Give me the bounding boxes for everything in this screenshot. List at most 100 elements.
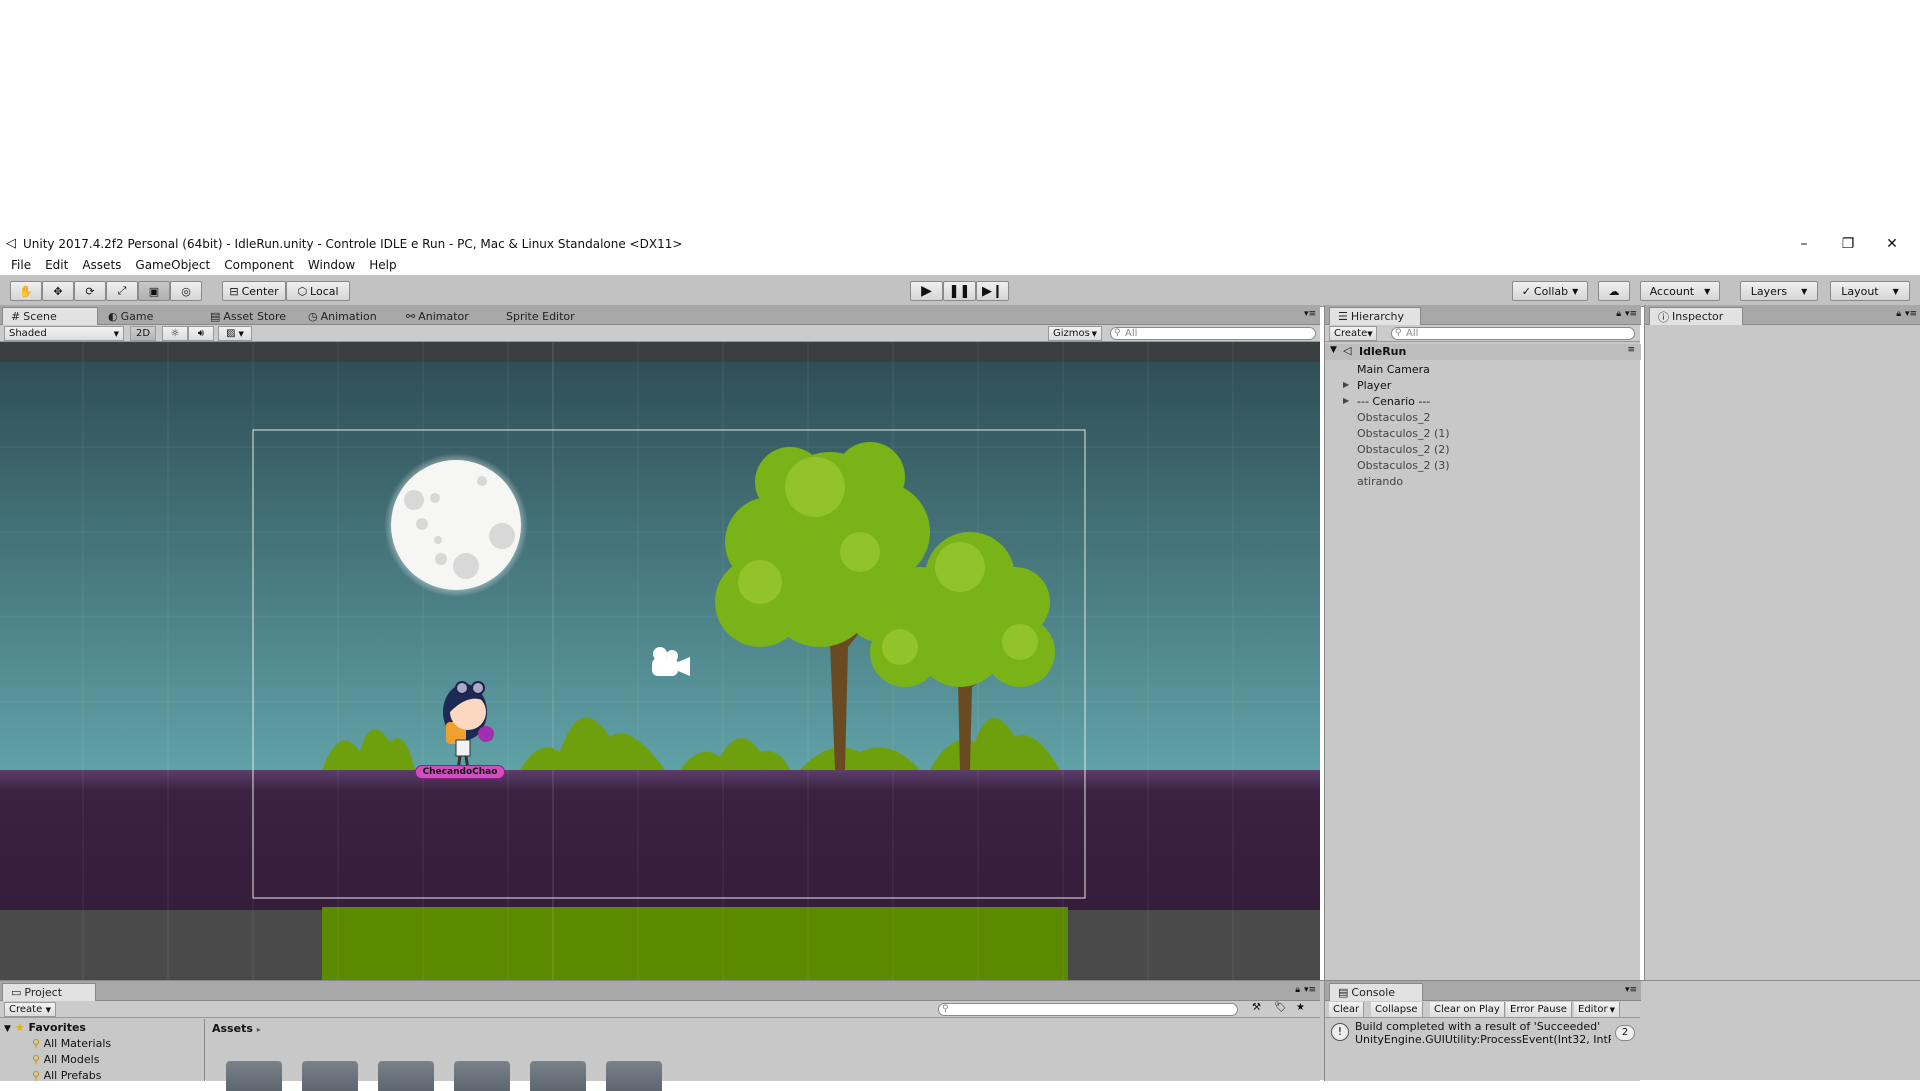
collab-dropdown[interactable]: ✓ Collab ▼ (1512, 281, 1588, 301)
menu-file[interactable]: File (4, 258, 38, 272)
pivot-center-button[interactable]: ⊟ Center (222, 281, 286, 301)
console-error-pause-button[interactable]: Error Pause (1506, 1002, 1572, 1017)
transform-tool-button[interactable]: ◎ (170, 281, 202, 301)
shading-mode-dropdown[interactable]: Shaded ▼ (4, 326, 124, 341)
menu-gameobject[interactable]: GameObject (128, 258, 217, 272)
step-button[interactable]: ▶❙ (976, 281, 1009, 301)
expand-arrow-icon[interactable]: ▶ (1343, 396, 1349, 405)
move-tool-button[interactable]: ✥ (42, 281, 74, 301)
tab-sprite-editor[interactable]: Sprite Editor (498, 307, 583, 325)
tab-console[interactable]: ▤ Console (1329, 983, 1423, 1001)
inspector-panel: ⓘ Inspector 🔒︎ ▾≡ (1644, 305, 1920, 980)
console-editor-dropdown[interactable]: Editor ▼ (1574, 1002, 1620, 1017)
menu-component[interactable]: Component (217, 258, 301, 272)
asset-folder[interactable] (302, 1061, 358, 1091)
console-clear-button[interactable]: Clear (1329, 1002, 1365, 1017)
inspector-tabstrip: ⓘ Inspector 🔒︎ ▾≡ (1645, 305, 1920, 325)
lock-icon[interactable]: 🔒︎ (1616, 309, 1621, 319)
hierarchy-item[interactable]: ▶ Player (1325, 378, 1641, 394)
tab-scene[interactable]: # Scene (2, 307, 98, 325)
tab-asset-store[interactable]: ▤ Asset Store (202, 307, 294, 325)
close-button[interactable]: ✕ (1870, 233, 1914, 255)
project-search-input[interactable]: ⚲ (938, 1003, 1238, 1016)
hierarchy-item[interactable]: ▶ --- Cenario --- (1325, 394, 1641, 410)
hierarchy-item[interactable]: atirando (1325, 474, 1641, 490)
moon[interactable] (384, 453, 528, 597)
favorite-item[interactable]: ⚲ All Prefabs (32, 1069, 102, 1082)
play-button[interactable]: ▶ (910, 281, 943, 301)
expand-arrow-icon[interactable]: ▶ (1343, 380, 1349, 389)
assets-breadcrumb[interactable]: Assets ▸ (212, 1022, 261, 1035)
hierarchy-item[interactable]: Obstaculos_2 (1325, 410, 1641, 426)
layers-label: Layers (1750, 284, 1788, 298)
filter-label-icon[interactable]: 🏷︎ (1274, 1002, 1287, 1013)
tab-hierarchy[interactable]: ☰ Hierarchy (1329, 307, 1421, 325)
hierarchy-create-dropdown[interactable]: Create ▼ (1329, 326, 1377, 341)
menu-edit[interactable]: Edit (38, 258, 75, 272)
asset-folder[interactable] (454, 1061, 510, 1091)
asset-folder[interactable] (226, 1061, 282, 1091)
hierarchy-item[interactable]: Obstaculos_2 (3) (1325, 458, 1641, 474)
lock-icon[interactable]: 🔒︎ (1896, 309, 1901, 319)
tab-animator[interactable]: ⚯ Animator (398, 307, 477, 325)
toggle-2d-button[interactable]: 2D (130, 326, 156, 341)
favorites-row[interactable]: ▼ ★ Favorites (4, 1021, 86, 1034)
console-log-entry[interactable]: ! Build completed with a result of 'Succ… (1325, 1019, 1641, 1049)
menu-assets[interactable]: Assets (75, 258, 128, 272)
pause-button[interactable]: ❚❚ (943, 281, 976, 301)
project-create-dropdown[interactable]: Create ▼ (4, 1002, 56, 1017)
favorite-item[interactable]: ⚲ All Models (32, 1053, 99, 1066)
layout-dropdown[interactable]: Layout ▼ (1830, 281, 1910, 301)
scene-viewport[interactable]: ChecandoChao (0, 342, 1320, 980)
lock-icon[interactable]: 🔒︎ (1295, 985, 1300, 995)
hand-tool-button[interactable]: ✋ (10, 281, 42, 301)
tab-game[interactable]: ◐ Game (100, 307, 161, 325)
effects-dropdown[interactable]: ▨ ▼ (218, 326, 252, 341)
filter-type-icon[interactable]: ⚒ (1252, 1002, 1261, 1013)
menu-help[interactable]: Help (362, 258, 403, 272)
favorites-label: Favorites (28, 1021, 86, 1034)
favorite-item[interactable]: ⚲ All Materials (32, 1037, 111, 1050)
search-icon: ⚲ (32, 1037, 41, 1050)
hierarchy-item[interactable]: Obstaculos_2 (2) (1325, 442, 1641, 458)
hierarchy-search-input[interactable]: All ⚲ (1391, 327, 1635, 340)
menu-window[interactable]: Window (301, 258, 362, 272)
tab-label: Scene (23, 310, 57, 323)
console-collapse-button[interactable]: Collapse (1371, 1002, 1423, 1017)
gizmos-dropdown[interactable]: Gizmos ▼ (1048, 326, 1102, 341)
tab-animation[interactable]: ◷ Animation (300, 307, 385, 325)
rotate-tool-button[interactable]: ⟳ (74, 281, 106, 301)
tab-inspector[interactable]: ⓘ Inspector (1649, 307, 1743, 325)
asset-folder[interactable] (378, 1061, 434, 1091)
hierarchy-item[interactable]: Main Camera (1325, 362, 1641, 378)
row-menu-icon[interactable]: ≡ (1627, 345, 1635, 355)
hierarchy-item-label: Player (1357, 379, 1392, 392)
panel-menu-icon[interactable]: ▾≡ (1304, 985, 1316, 995)
expand-arrow-icon[interactable]: ▼ (4, 1024, 11, 1034)
panel-menu-icon[interactable]: ▾≡ (1625, 985, 1637, 995)
asset-folder[interactable] (530, 1061, 586, 1091)
restore-button[interactable]: ❐ (1826, 233, 1870, 255)
panel-menu-icon[interactable]: ▾≡ (1625, 309, 1637, 319)
favorite-star-icon[interactable]: ★ (1296, 1002, 1305, 1013)
minimize-button[interactable]: – (1782, 233, 1826, 255)
asset-folder[interactable] (606, 1061, 662, 1091)
tab-project[interactable]: ▭ Project (2, 983, 96, 1001)
audio-toggle[interactable]: 🔊︎ (188, 326, 214, 341)
expand-arrow-icon[interactable]: ▼ (1330, 345, 1337, 355)
search-icon: ⚲ (32, 1069, 41, 1082)
rect-tool-button[interactable]: ▣ (138, 281, 170, 301)
account-dropdown[interactable]: Account ▼ (1640, 281, 1720, 301)
pivot-local-button[interactable]: ⬡ Local (286, 281, 350, 301)
console-clear-on-play-button[interactable]: Clear on Play (1430, 1002, 1505, 1017)
scale-tool-button[interactable]: ⤢ (106, 281, 138, 301)
panel-menu-icon[interactable]: ▾≡ (1304, 309, 1316, 319)
layers-dropdown[interactable]: Layers ▼ (1740, 281, 1818, 301)
panel-menu-icon[interactable]: ▾≡ (1905, 309, 1917, 319)
account-label: Account (1649, 284, 1695, 298)
scene-search-input[interactable]: All ⚲ (1110, 327, 1316, 340)
hierarchy-item[interactable]: Obstaculos_2 (1) (1325, 426, 1641, 442)
lighting-toggle[interactable]: ☼ (162, 326, 188, 341)
hierarchy-scene-row[interactable]: ▼ ◁ IdleRun ≡ (1325, 344, 1641, 360)
cloud-button[interactable]: ☁ (1598, 281, 1630, 301)
